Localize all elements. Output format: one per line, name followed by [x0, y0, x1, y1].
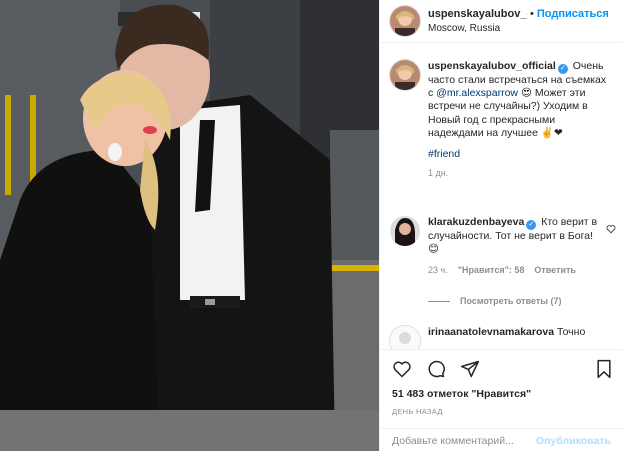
commenter-avatar[interactable] — [390, 216, 420, 246]
comment-item: klarakuzdenbayeva ✓ Кто верит в случайнос… — [390, 216, 620, 278]
caption-mention[interactable]: @mr.alexsparrow — [436, 87, 518, 99]
caption-hashtag[interactable]: #friend — [428, 148, 460, 160]
post-actions: 51 483 отметок "Нравится" ДЕНЬ НАЗАД Опу… — [380, 349, 622, 449]
caption-username[interactable]: uspenskayalubov_official — [428, 60, 556, 72]
commenter-avatar[interactable] — [390, 326, 420, 349]
view-replies-label: Посмотреть ответы (7) — [460, 296, 562, 306]
verified-badge-icon: ✓ — [557, 64, 568, 74]
comments-list[interactable]: uspenskayalubov_official ✓ Очень часто ст… — [380, 44, 622, 349]
author-avatar[interactable] — [390, 6, 420, 36]
commenter-username[interactable]: klarakuzdenbayeva — [428, 216, 524, 228]
comment-time[interactable]: 23 ч. — [428, 264, 448, 277]
photo-scene — [0, 0, 379, 451]
heart-icon[interactable] — [392, 359, 412, 379]
comment-input[interactable] — [392, 434, 537, 447]
post-header: uspenskayalubov_official • Подписаться M… — [380, 0, 622, 43]
replies-divider — [428, 300, 450, 302]
author-username[interactable]: uspenskayalubov_official — [428, 8, 527, 20]
comment-text: Точно — [556, 326, 586, 338]
post-location[interactable]: Moscow, Russia — [428, 23, 613, 34]
caption-time[interactable]: 1 дн. — [428, 167, 613, 180]
share-icon[interactable] — [460, 359, 480, 379]
instagram-post: uspenskayalubov_official • Подписаться M… — [0, 0, 622, 451]
post-sidebar: uspenskayalubov_official • Подписаться M… — [379, 0, 622, 451]
caption-avatar[interactable] — [390, 60, 420, 90]
commenter-username[interactable]: irinaanatolevnamakarova — [428, 326, 554, 338]
view-replies-button[interactable]: Посмотреть ответы (7) — [428, 296, 561, 306]
post-time-ago[interactable]: ДЕНЬ НАЗАД — [392, 407, 443, 416]
comment-like-heart-icon[interactable] — [606, 224, 616, 234]
likes-count[interactable]: 51 483 отметок "Нравится" — [392, 388, 531, 400]
publish-button[interactable]: Опубликовать — [536, 435, 611, 447]
post-caption: uspenskayalubov_official ✓ Очень часто ст… — [390, 60, 620, 180]
follow-button[interactable]: Подписаться — [537, 8, 609, 20]
bookmark-icon[interactable] — [595, 359, 613, 379]
add-comment-bar: Опубликовать — [380, 428, 622, 451]
verified-badge-icon: ✓ — [526, 220, 537, 230]
separator-dot: • — [530, 8, 534, 20]
comment-item: irinaanatolevnamakarova Точно — [390, 326, 620, 349]
comment-likes[interactable]: "Нравится": 58 — [458, 264, 525, 277]
post-photo[interactable] — [0, 0, 379, 451]
comment-icon[interactable] — [426, 359, 446, 379]
reply-button[interactable]: Ответить — [534, 264, 576, 277]
